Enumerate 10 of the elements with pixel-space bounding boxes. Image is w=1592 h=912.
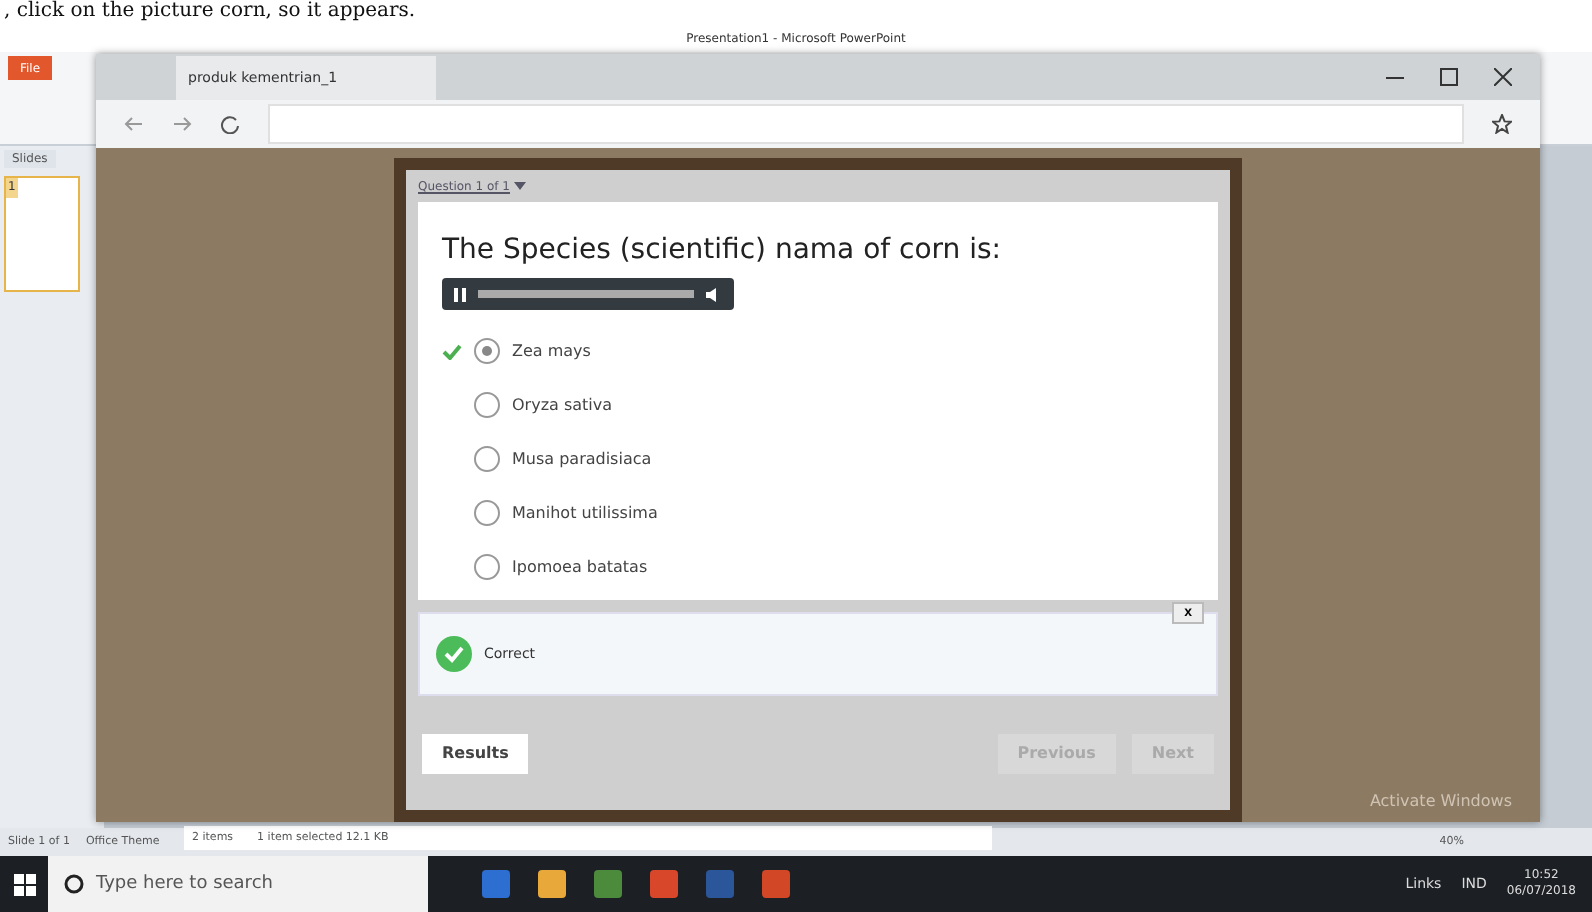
answer-option[interactable]: Zea mays [442,334,1194,368]
search-field[interactable]: Type here to search [48,856,428,912]
answer-option[interactable]: Oryza sativa [442,388,1194,422]
question-text: The Species (scientific) nama of corn is: [442,234,1004,266]
answer-option[interactable]: Manihot utilissima [442,496,1194,530]
activation-notice: Activate Windows [1369,792,1512,810]
caption-text: , click on the picture corn, so it appears. [2,0,418,24]
answer-option[interactable]: Musa paradisiaca [442,442,1194,476]
answer-option[interactable]: Ipomoea batatas [442,550,1194,584]
nav-button[interactable]: Results [422,733,529,773]
